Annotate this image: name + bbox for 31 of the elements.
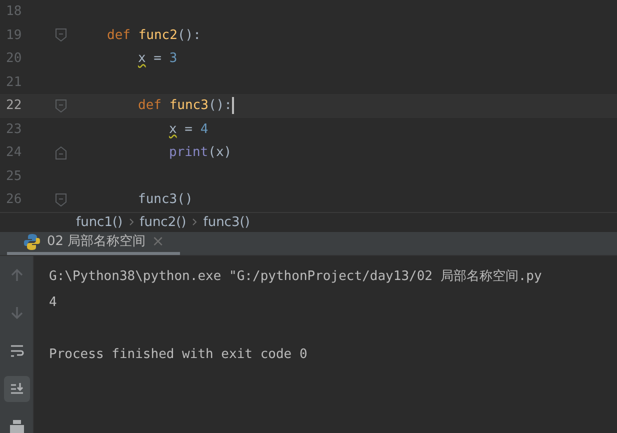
line-number: 26 bbox=[5, 191, 23, 209]
code-line: def func3(): bbox=[138, 97, 232, 115]
line-number: 20 bbox=[5, 50, 23, 68]
breadcrumb-item[interactable]: func2() bbox=[140, 212, 186, 232]
fold-icon[interactable] bbox=[55, 192, 67, 207]
code-line: x = 4 bbox=[169, 120, 208, 138]
tab-title: 02 局部名称空间 bbox=[47, 233, 146, 251]
chevron-icon bbox=[192, 218, 198, 226]
fold-icon[interactable] bbox=[55, 98, 67, 113]
scroll-to-end-icon[interactable] bbox=[4, 376, 30, 402]
code-line: print(x) bbox=[169, 144, 232, 162]
code-line: def func2(): bbox=[107, 26, 201, 44]
line-number: 19 bbox=[5, 26, 23, 44]
code-line: func3() bbox=[138, 191, 193, 209]
fold-icon[interactable] bbox=[55, 146, 67, 160]
line-number: 22 bbox=[5, 97, 23, 115]
code-line: x = 3 bbox=[138, 50, 178, 68]
chevron-icon bbox=[128, 218, 134, 226]
breadcrumb-item[interactable]: func1() bbox=[76, 212, 123, 232]
breadcrumb-item[interactable]: func3() bbox=[203, 212, 250, 232]
text-cursor bbox=[232, 97, 234, 114]
line-number: 24 bbox=[5, 144, 23, 162]
line-number: 25 bbox=[5, 168, 23, 186]
fold-icon[interactable] bbox=[55, 28, 67, 42]
line-number: 21 bbox=[5, 74, 23, 92]
console-line: G:\Python38\python.exe "G:/pythonProject/day13/02 局部名称空间.py bbox=[49, 268, 542, 286]
console-line: Process finished with exit code 0 bbox=[49, 346, 308, 364]
line-number: 18 bbox=[5, 3, 23, 21]
console-line: 4 bbox=[49, 294, 57, 312]
line-number: 23 bbox=[5, 120, 23, 138]
python-logo-icon bbox=[23, 232, 41, 251]
